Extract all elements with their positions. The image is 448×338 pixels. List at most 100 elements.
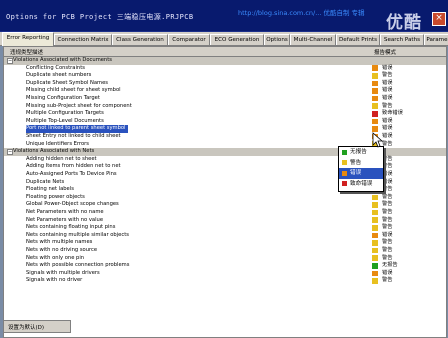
violation-label: Missing sub-Project sheet for component <box>26 102 132 109</box>
violation-label: Floating power objects <box>26 193 85 200</box>
tab-search-paths[interactable]: Search Paths <box>380 34 424 45</box>
severity-swatch-icon <box>372 247 378 254</box>
severity-swatch-icon <box>372 278 378 284</box>
tab-strip: Error Reporting Connection Matrix Class … <box>0 32 448 46</box>
tab-connection-matrix[interactable]: Connection Matrix <box>54 34 112 45</box>
video-overlay-text: http://blog.sina.com.cn/... 优酷自制 专辑 <box>238 9 365 17</box>
violation-label: Violations Associated with Nets <box>13 148 95 155</box>
violation-label: Nets with only one pin <box>26 254 85 261</box>
dropdown-option-label: 致命错误 <box>350 180 373 187</box>
dropdown-option[interactable]: 无报告 <box>339 147 383 158</box>
violation-row[interactable]: Nets containing floating input pins 警告 <box>4 224 446 232</box>
tab-class-generation[interactable]: Class Generation <box>112 34 168 45</box>
violation-row[interactable]: Nets with multiple names 警告 <box>4 239 446 247</box>
severity-swatch-icon <box>372 65 378 71</box>
dropdown-option[interactable]: 错误 <box>339 168 383 179</box>
violation-label: Nets containing floating input pins <box>26 224 116 231</box>
report-mode-value[interactable]: 警告 <box>382 239 392 247</box>
violation-group[interactable]: − Violations Associated with Documents <box>4 57 446 65</box>
severity-swatch-icon <box>372 72 378 79</box>
severity-swatch-icon <box>372 80 378 87</box>
severity-swatch-icon <box>372 110 378 117</box>
violation-row[interactable]: Conflicting Constraints 错误 <box>4 65 446 73</box>
severity-swatch-icon <box>342 149 347 155</box>
dropdown-option[interactable]: 警告 <box>339 158 383 169</box>
tab-error-reporting[interactable]: Error Reporting <box>2 32 54 46</box>
violation-label: Duplicate Nets <box>26 178 65 185</box>
tab-default-prints[interactable]: Default Prints <box>336 34 380 45</box>
violation-label: Missing child sheet for sheet symbol <box>26 87 121 94</box>
tab-multi-channel[interactable]: Multi-Channel <box>290 34 336 45</box>
violation-label: Sheet Entry not linked to child sheet <box>26 133 121 139</box>
severity-swatch-icon <box>372 194 378 201</box>
error-reporting-panel: 违规类型描述 报告模式 − Violations Associated with … <box>3 46 447 338</box>
tab-parameters[interactable]: Parame <box>424 34 448 45</box>
violation-label: Nets with possible connection problems <box>26 262 130 269</box>
report-mode-value[interactable]: 警告 <box>382 209 392 217</box>
severity-swatch-icon <box>372 240 378 246</box>
severity-swatch-icon <box>372 262 378 269</box>
violation-row[interactable]: Missing sub-Project sheet for component 警… <box>4 103 446 111</box>
violation-row[interactable]: Nets with only one pin 警告 <box>4 255 446 263</box>
violation-row[interactable]: Duplicate sheet numbers 警告 <box>4 72 446 80</box>
violation-label: Nets containing multiple similar objects <box>26 231 129 238</box>
severity-swatch-icon <box>372 255 378 261</box>
severity-swatch-icon <box>372 103 378 109</box>
violation-row[interactable]: Missing child sheet for sheet symbol 错误 <box>4 87 446 95</box>
violation-row[interactable]: Global Power-Object scope changes 警告 <box>4 201 446 209</box>
violation-row[interactable]: Multiple Configuration Targets 致命错误 <box>4 110 446 118</box>
dropdown-option[interactable]: 致命错误 <box>339 179 383 190</box>
column-header: 违规类型描述 报告模式 <box>4 47 446 57</box>
dropdown-option-label: 无报告 <box>350 149 367 155</box>
violation-row[interactable]: Floating power objects 警告 <box>4 194 446 202</box>
set-default-label: 设置为默认(D) <box>8 325 45 331</box>
report-mode-value[interactable]: 错误 <box>382 95 392 103</box>
violation-row[interactable]: Signals with no driver 警告 <box>4 277 446 285</box>
violation-row[interactable]: Nets with possible connection problems 无报… <box>4 262 446 270</box>
title-bar: Options for PCB Project 三端稳压电源.PRJPCB ht… <box>0 0 448 33</box>
violation-label: Signals with multiple drivers <box>26 269 100 276</box>
violation-row[interactable]: Multiple Top-Level Documents 错误 <box>4 118 446 126</box>
severity-swatch-icon <box>372 126 378 132</box>
report-mode-value[interactable]: 警告 <box>382 201 392 209</box>
violation-label: Adding hidden net to sheet <box>26 155 97 162</box>
severity-swatch-icon <box>372 95 378 102</box>
violation-row[interactable]: Missing Configuration Target 错误 <box>4 95 446 103</box>
mouse-pointer-icon <box>372 132 384 148</box>
violation-label: Net Parameters with no name <box>26 209 104 215</box>
report-mode-value[interactable]: 无报告 <box>382 262 398 270</box>
close-button[interactable]: × <box>432 12 446 26</box>
report-mode-value[interactable]: 错误 <box>382 87 392 95</box>
report-mode-value[interactable]: 警告 <box>382 224 392 232</box>
violation-row[interactable]: Net Parameters with no value 警告 <box>4 217 446 225</box>
report-mode-value[interactable]: 致命错误 <box>382 110 403 118</box>
violation-label: Auto-Assigned Ports To Device Pins <box>26 171 117 177</box>
tab-comparator[interactable]: Comparator <box>168 34 210 45</box>
violation-row[interactable]: Nets containing multiple similar objects… <box>4 232 446 240</box>
violation-label: Global Power-Object scope changes <box>26 201 119 208</box>
tab-eco-generation[interactable]: ECO Generation <box>210 34 264 45</box>
violation-row[interactable]: Nets with no driving source 警告 <box>4 247 446 255</box>
violation-label: Missing Configuration Target <box>26 95 100 101</box>
violation-label: Port not linked to parent sheet symbol <box>26 125 128 133</box>
severity-swatch-icon <box>372 209 378 216</box>
column-violation-type[interactable]: 违规类型描述 <box>10 48 43 56</box>
violation-label: Violations Associated with Documents <box>13 57 112 63</box>
violation-label: Conflicting Constraints <box>26 64 85 71</box>
violation-label: Signals with no driver <box>26 277 83 284</box>
report-mode-value[interactable]: 警告 <box>382 277 392 285</box>
column-report-mode[interactable]: 报告模式 <box>374 48 396 56</box>
violation-row[interactable]: Signals with multiple drivers 错误 <box>4 270 446 278</box>
dropdown-option-label: 错误 <box>350 170 362 176</box>
report-mode-dropdown: 无报告警告 错误致命错误 <box>338 146 384 192</box>
violation-label: Multiple Configuration Targets <box>26 110 104 117</box>
report-mode-value[interactable]: 警告 <box>382 247 392 255</box>
report-mode-value[interactable]: 警告 <box>382 72 392 80</box>
violation-row[interactable]: Net Parameters with no name 警告 <box>4 209 446 217</box>
severity-swatch-icon <box>372 270 378 277</box>
violation-label: Multiple Top-Level Documents <box>26 117 104 124</box>
tab-options[interactable]: Options <box>264 34 290 45</box>
severity-swatch-icon <box>342 170 347 176</box>
violation-row[interactable]: Duplicate Sheet Symbol Names 错误 <box>4 80 446 88</box>
violation-label: Duplicate sheet numbers <box>26 72 92 79</box>
